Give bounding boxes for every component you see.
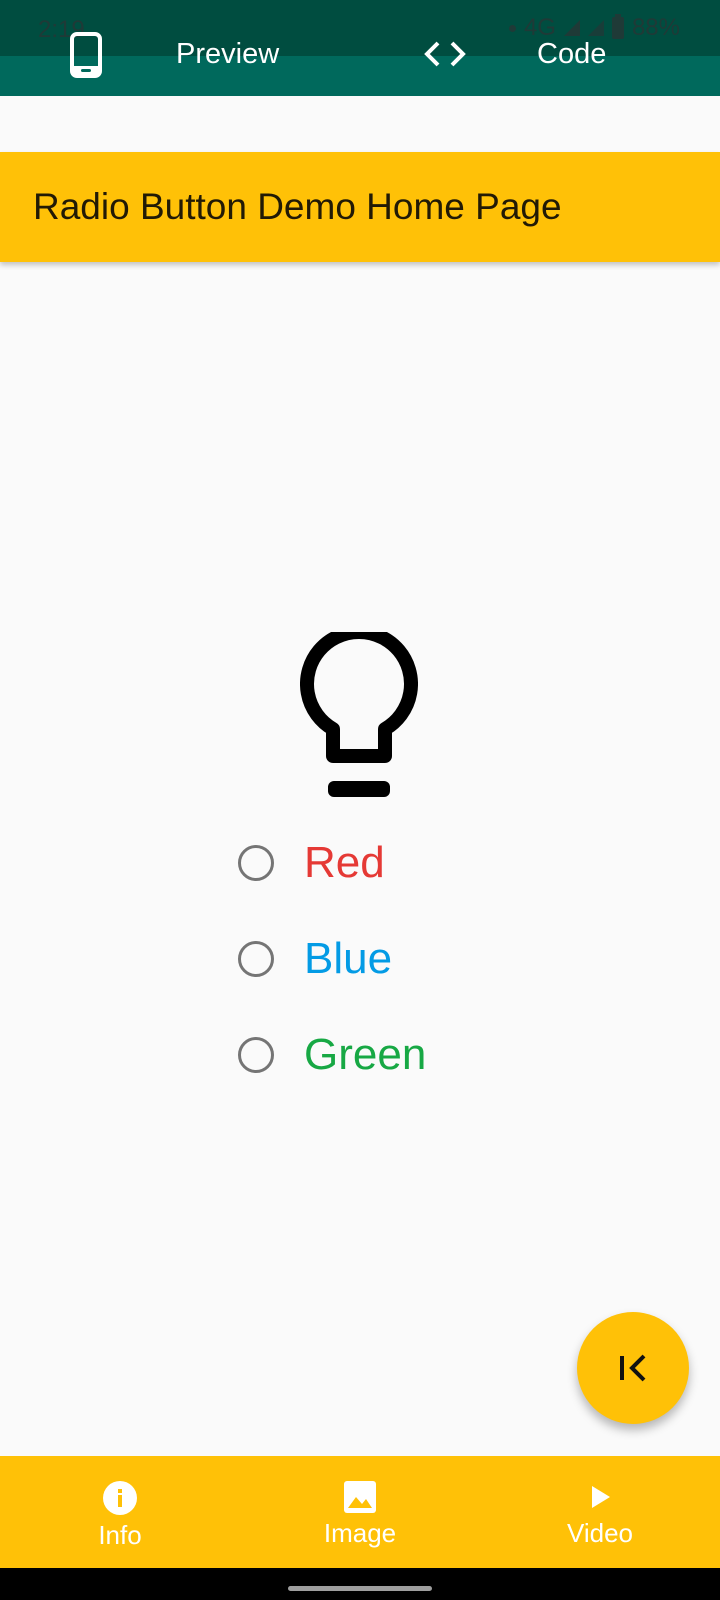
preview-tab[interactable]: Preview [176,38,279,71]
code-tab[interactable]: Code [537,38,606,71]
bottom-navigation: Info Image Video [0,1456,720,1568]
signal-secondary-icon [587,20,604,36]
nav-label-image: Image [323,1518,397,1548]
battery-percent: 88% [631,14,680,41]
image-icon [344,1481,376,1513]
radio-button-red[interactable] [238,845,274,881]
play-icon [592,1486,610,1508]
signal-icon [563,20,580,36]
code-icon[interactable] [424,40,466,73]
home-gesture-handle[interactable] [288,1586,432,1591]
radio-label-red: Red [304,838,385,887]
nav-label-info: Info [98,1520,142,1550]
radio-option-green[interactable]: Green [238,1025,426,1085]
nav-label-video: Video [566,1518,634,1548]
skip-previous-icon [620,1354,646,1382]
system-navigation-bar [0,1568,720,1600]
preview-code-toolbar: 2:19 4G 88% Preview Code [0,0,720,96]
app-bar: Radio Button Demo Home Page [0,152,720,262]
battery-icon [611,14,624,39]
radio-button-green[interactable] [238,1037,274,1073]
info-icon [103,1481,137,1515]
radio-option-red[interactable]: Red [238,833,385,893]
radio-label-green: Green [304,1030,427,1079]
status-bar: 2:19 4G 88% [0,0,720,56]
radio-option-blue[interactable]: Blue [238,929,392,989]
lightbulb-icon [300,624,418,805]
skip-to-start-button[interactable] [577,1312,689,1424]
nav-item-video[interactable]: Video [480,1456,720,1568]
radio-label-blue: Blue [304,934,393,983]
nav-item-info[interactable]: Info [0,1456,240,1568]
radio-button-blue[interactable] [238,941,274,977]
phone-preview-icon[interactable] [70,32,102,83]
nav-item-image[interactable]: Image [240,1456,480,1568]
notification-dot-icon [508,24,516,32]
page-title: Radio Button Demo Home Page [33,186,562,227]
